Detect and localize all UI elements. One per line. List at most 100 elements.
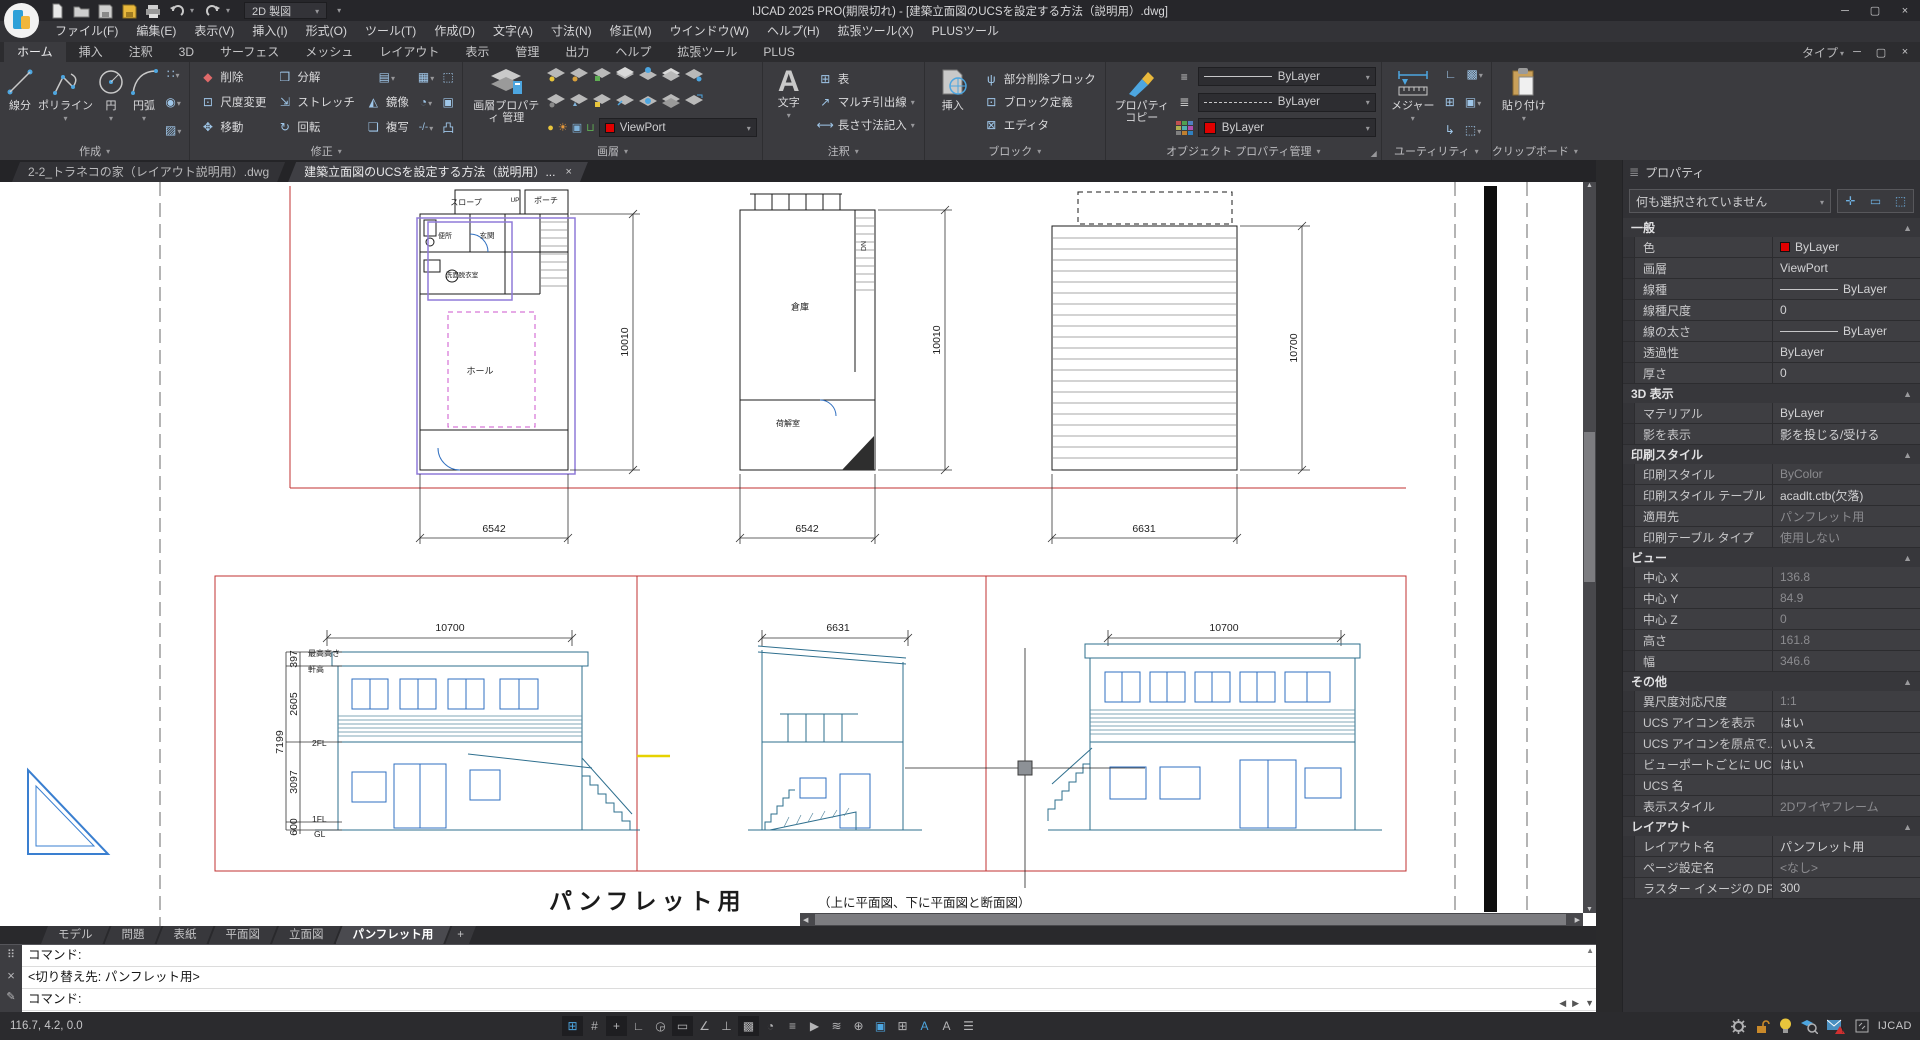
prop-row[interactable]: 印刷スタイル ByColor xyxy=(1623,464,1920,485)
layer-prev-icon[interactable] xyxy=(685,67,704,82)
panel-grip-icon[interactable]: ≣ xyxy=(1629,165,1639,179)
group-label-create[interactable]: 作成 xyxy=(0,142,189,160)
arc-button[interactable]: 円弧 xyxy=(129,64,159,140)
array-button[interactable]: ▦ xyxy=(415,65,437,90)
menu-window[interactable]: ウインドウ(W) xyxy=(661,21,758,42)
dialog-launcher-icon[interactable]: ◢ xyxy=(1371,149,1377,158)
command-input-line[interactable]: コマンド: xyxy=(22,989,1596,1011)
layout-tab-mondai[interactable]: 問題 xyxy=(105,926,162,944)
snap-toggle-icon[interactable]: ⊞ xyxy=(562,1016,583,1036)
layer-unlock-state-icon[interactable]: ⊔ xyxy=(586,121,595,134)
gcenter-toggle-icon[interactable]: ◔ xyxy=(760,1016,781,1036)
layer-vpfreeze-icon[interactable]: ▣ xyxy=(572,121,582,134)
menu-insert[interactable]: 挿入(I) xyxy=(243,21,296,42)
layer-manager-button[interactable]: 画層プロパティ 管理 xyxy=(468,64,544,140)
offset-button[interactable]: ▣ xyxy=(439,90,457,115)
doc-minimize-button[interactable]: ─ xyxy=(1846,43,1868,61)
hatch-button[interactable]: ▨ xyxy=(162,123,184,137)
prop-row[interactable]: 影を表示 影を投じる/受ける xyxy=(1623,424,1920,445)
measure-button[interactable]: メジャー xyxy=(1387,64,1439,140)
stretch-button[interactable]: ⇲ ストレッチ xyxy=(272,90,359,115)
prop-row[interactable]: 透過性 ByLayer xyxy=(1623,342,1920,363)
prop-row[interactable]: 表示スタイル 2Dワイヤフレーム xyxy=(1623,796,1920,817)
mirror-button[interactable]: ◭ 鏡像 xyxy=(361,90,413,115)
paste-caret-icon[interactable] xyxy=(1522,112,1526,125)
calculator-button[interactable]: ⊞ xyxy=(1442,95,1458,109)
prop-row[interactable]: 中心 Y 84.9 xyxy=(1623,588,1920,609)
tab-annotate[interactable]: 注釈 xyxy=(116,42,166,62)
layer-bulb-icon[interactable]: ● xyxy=(547,122,554,134)
section-3d-display[interactable]: 3D 表示 ▲ xyxy=(1623,384,1920,403)
tab-3d[interactable]: 3D xyxy=(166,42,207,62)
circle-caret-icon[interactable] xyxy=(109,112,113,125)
layer-off-icon[interactable] xyxy=(547,93,566,108)
layout-tab-model[interactable]: モデル xyxy=(41,926,110,944)
layout-tab-add[interactable]: + xyxy=(445,926,476,944)
redo-dropdown-icon[interactable] xyxy=(226,6,236,15)
line-button[interactable]: 線分 xyxy=(5,64,35,140)
save-as-icon[interactable] xyxy=(118,2,140,20)
polyline-button[interactable]: ポリライン xyxy=(38,64,93,140)
dyn-input-toggle-icon[interactable]: ▭ xyxy=(672,1016,693,1036)
group-label-clipboard[interactable]: クリップボード xyxy=(1492,142,1578,160)
prop-row[interactable]: レイアウト名 パンフレット用 xyxy=(1623,836,1920,857)
layout-tab-ritsumenzu[interactable]: 立面図 xyxy=(272,926,341,944)
command-grip-icon[interactable]: ⠿ xyxy=(7,948,15,961)
prop-row[interactable]: 厚さ 0 xyxy=(1623,363,1920,384)
group-label-annotate[interactable]: 注釈 xyxy=(763,142,924,160)
osnap-toggle-icon[interactable]: + xyxy=(606,1016,627,1036)
doc-close-button[interactable]: × xyxy=(1894,43,1916,61)
command-edit-icon[interactable]: ✎ xyxy=(6,990,15,1003)
prop-row[interactable]: 印刷スタイル テーブル acadlt.ctb(欠落) xyxy=(1623,485,1920,506)
erase-button[interactable]: ◆ 削除 xyxy=(195,65,270,90)
layer-unlock-icon[interactable] xyxy=(593,93,612,108)
prop-row[interactable]: 幅 346.6 xyxy=(1623,651,1920,672)
scale-button[interactable]: ⊡ 尺度変更 xyxy=(195,90,270,115)
layer-state-toggle-icon[interactable]: ≋ xyxy=(826,1016,847,1036)
prop-row[interactable]: UCS アイコンを表示 はい xyxy=(1623,712,1920,733)
save-icon[interactable] xyxy=(94,2,116,20)
mail-alert-icon[interactable]: ! xyxy=(1826,1019,1846,1034)
document-tab-2[interactable]: 建築立面図のUCSを設定する方法（説明用）... × xyxy=(288,162,588,182)
prop-row[interactable]: 中心 X 136.8 xyxy=(1623,567,1920,588)
angle-toggle-icon[interactable]: ∠ xyxy=(694,1016,715,1036)
circle-button[interactable]: 円 xyxy=(96,64,126,140)
prop-row[interactable]: UCS 名 xyxy=(1623,775,1920,796)
menu-help[interactable]: ヘルプ(H) xyxy=(758,21,829,42)
prop-row[interactable]: 適用先 パンフレット用 xyxy=(1623,506,1920,527)
zoom-toggle-icon[interactable]: ⊕ xyxy=(848,1016,869,1036)
menu-view[interactable]: 表示(V) xyxy=(185,21,243,42)
layer-walk-icon[interactable] xyxy=(616,93,635,108)
tab-mesh[interactable]: メッシュ xyxy=(292,42,366,62)
section-view[interactable]: ビュー ▲ xyxy=(1623,548,1920,567)
pin-toggle-icon[interactable]: ⊥ xyxy=(716,1016,737,1036)
selection-toggle-icon[interactable]: ▶ xyxy=(804,1016,825,1036)
print-icon[interactable] xyxy=(142,2,164,20)
prop-row[interactable]: 線の太さ ByLayer xyxy=(1623,321,1920,342)
layout-tab-heimenzu[interactable]: 平面図 xyxy=(209,926,278,944)
table-button[interactable]: ⊞ 表 xyxy=(813,67,919,90)
quick-select-button[interactable]: ⬚ xyxy=(1462,123,1484,137)
donut-button[interactable]: ◉ xyxy=(162,95,184,109)
drawing-canvas[interactable]: スロープ UP ポーチ 便所 玄関 洗面脱衣室 ホール 10010 6542 倉… xyxy=(0,182,1596,926)
unlock-icon[interactable] xyxy=(1755,1019,1770,1034)
close-button[interactable]: × xyxy=(1890,0,1920,21)
linetype-dropdown[interactable]: ByLayer xyxy=(1197,92,1376,112)
arc-caret-icon[interactable] xyxy=(142,112,146,125)
layer-lock-icon[interactable] xyxy=(593,67,612,82)
list-toggle-icon[interactable]: ☰ xyxy=(958,1016,979,1036)
prop-row[interactable]: 色 ByLayer xyxy=(1623,237,1920,258)
section-plot-style[interactable]: 印刷スタイル ▲ xyxy=(1623,445,1920,464)
open-folder-icon[interactable] xyxy=(70,2,92,20)
vertical-scroll-thumb[interactable] xyxy=(1584,432,1595,582)
redo-icon[interactable] xyxy=(202,2,224,20)
linear-dimension-button[interactable]: ⟷ 長さ寸法記入 xyxy=(813,114,919,137)
layer-color-icon[interactable] xyxy=(616,67,635,82)
prop-row[interactable]: ラスター イメージの DPI 300 xyxy=(1623,878,1920,899)
group-label-block[interactable]: ブロック xyxy=(925,142,1105,160)
lineweight-dropdown[interactable]: ByLayer xyxy=(1197,67,1376,86)
block-editor-button[interactable]: ⊠ エディタ xyxy=(979,114,1100,137)
tab-output[interactable]: 出力 xyxy=(552,42,602,62)
menu-dimension[interactable]: 寸法(N) xyxy=(542,21,601,42)
prop-row[interactable]: ビューポートごとに UCS はい xyxy=(1623,754,1920,775)
